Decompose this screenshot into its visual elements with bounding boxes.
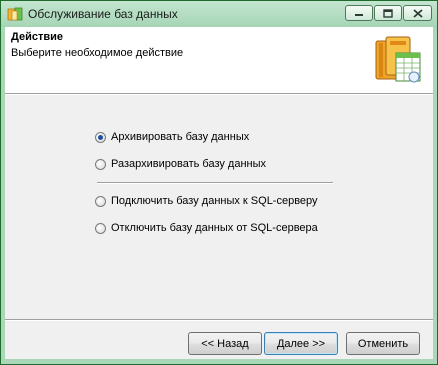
cancel-button[interactable]: Отменить xyxy=(346,332,420,355)
option-attach[interactable]: Подключить базу данных к SQL-серверу xyxy=(95,195,318,207)
database-books-icon xyxy=(375,36,421,83)
options-divider xyxy=(97,182,333,184)
option-attach-label: Подключить базу данных к SQL-серверу xyxy=(111,195,318,207)
next-button[interactable]: Далее >> xyxy=(264,332,338,355)
maximize-button[interactable] xyxy=(374,5,402,21)
option-unarchive[interactable]: Разархивировать базу данных xyxy=(95,158,266,170)
close-button[interactable] xyxy=(403,5,432,21)
option-detach[interactable]: Отключить базу данных от SQL-сервера xyxy=(95,222,318,234)
option-archive[interactable]: Архивировать базу данных xyxy=(95,131,249,143)
radio-unarchive[interactable] xyxy=(95,158,106,170)
back-button[interactable]: << Назад xyxy=(188,332,262,355)
page-title: Действие xyxy=(11,31,63,43)
minimize-icon xyxy=(355,14,363,16)
option-unarchive-label: Разархивировать базу данных xyxy=(111,158,267,170)
maximize-icon xyxy=(383,8,393,18)
close-icon xyxy=(412,8,423,18)
app-icon xyxy=(7,7,23,21)
radio-detach[interactable] xyxy=(95,222,106,234)
client-area: Действие Выберите необходимое действие А… xyxy=(5,27,433,359)
page-subtitle: Выберите необходимое действие xyxy=(11,47,184,59)
option-archive-label: Архивировать базу данных xyxy=(111,131,250,143)
option-detach-label: Отключить базу данных от SQL-сервера xyxy=(111,222,318,234)
footer-divider xyxy=(5,319,433,321)
title-bar[interactable]: Обслуживание баз данных xyxy=(1,1,437,27)
window-title: Обслуживание баз данных xyxy=(28,7,178,21)
radio-attach[interactable] xyxy=(95,195,106,207)
radio-archive[interactable] xyxy=(95,131,106,143)
wizard-header: Действие Выберите необходимое действие xyxy=(5,27,433,94)
wizard-window: Обслуживание баз данных Действие Выберит… xyxy=(0,0,438,365)
minimize-button[interactable] xyxy=(345,5,373,21)
